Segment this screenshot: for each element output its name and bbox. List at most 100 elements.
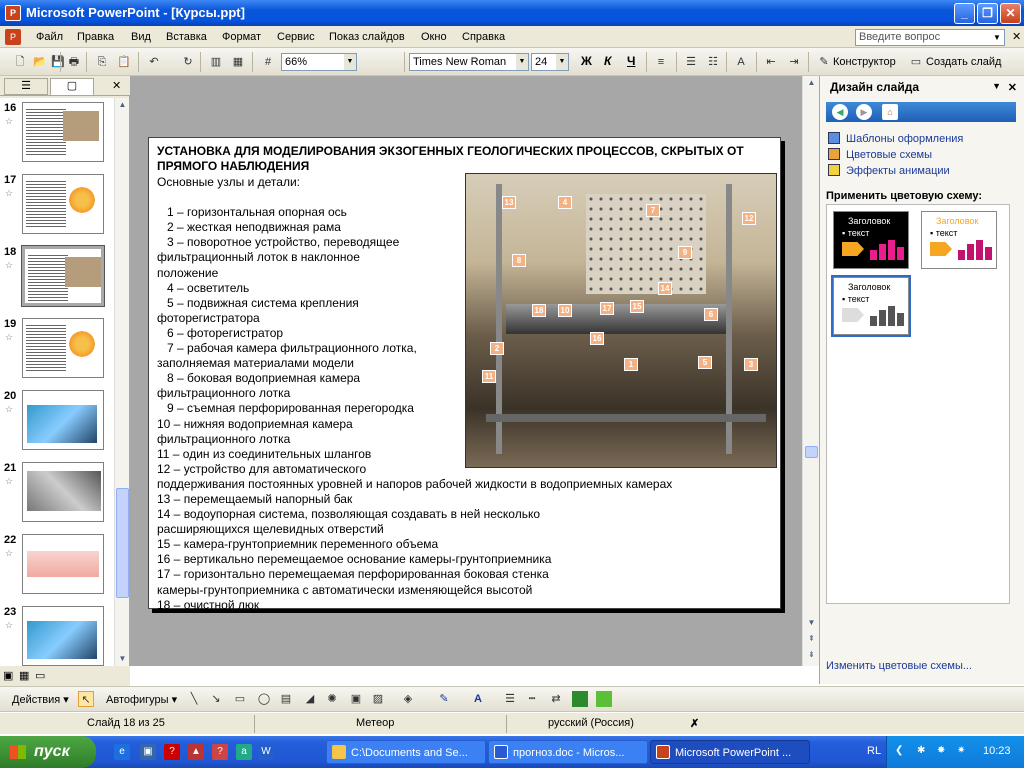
change-color-schemes-link[interactable]: Изменить цветовые схемы... — [826, 660, 972, 672]
textbox-icon[interactable]: ▤ — [278, 691, 294, 707]
taskbar-task-explorer[interactable]: C:\Documents and Se... — [326, 740, 486, 764]
new-slide-icon[interactable]: ▭ — [908, 54, 924, 70]
close-button[interactable]: ✕ — [1000, 3, 1021, 24]
word-icon[interactable]: W — [258, 744, 274, 760]
taskbar-task-word[interactable]: прогноз.doc - Micros... — [488, 740, 648, 764]
scroll-up-icon[interactable]: ▲ — [116, 98, 129, 112]
tab-outline[interactable]: ☰ — [4, 78, 48, 95]
menu-view[interactable]: Вид — [131, 31, 151, 43]
panel-close-icon[interactable]: ✕ — [112, 79, 121, 92]
clipart-icon[interactable]: ▣ — [348, 691, 364, 707]
link-color-schemes[interactable]: Цветовые схемы — [828, 148, 932, 161]
normal-view-icon[interactable]: ▣ — [3, 669, 13, 682]
quick-launch-icon[interactable]: ? — [164, 744, 180, 760]
chevron-down-icon[interactable]: ▼ — [516, 54, 528, 70]
align-left-icon[interactable]: ≡ — [653, 54, 669, 70]
font-grow-icon[interactable]: A — [733, 54, 749, 70]
link-design-templates[interactable]: Шаблоны оформления — [828, 132, 963, 145]
scheme-light[interactable]: Заголовок ▪ текст — [921, 211, 997, 269]
designer-button[interactable]: Конструктор — [833, 56, 896, 68]
chart-icon[interactable]: ▥ — [208, 54, 224, 70]
scroll-down-icon[interactable]: ▼ — [805, 616, 818, 630]
back-icon[interactable]: ◀ — [832, 104, 848, 120]
shadow-icon[interactable] — [572, 691, 588, 707]
taskbar-task-powerpoint[interactable]: Microsoft PowerPoint ... — [650, 740, 810, 764]
powerpoint-app-icon[interactable]: P — [5, 5, 21, 21]
thumbnail-scrollbar[interactable]: ▲ ▼ — [114, 98, 129, 666]
slide-thumbnail[interactable] — [22, 606, 104, 666]
arrow-icon[interactable]: ↘ — [208, 691, 224, 707]
slide-thumbnail[interactable] — [22, 534, 104, 594]
menu-tools[interactable]: Сервис — [277, 31, 315, 43]
dash-style-icon[interactable]: ┅ — [524, 691, 540, 707]
forward-icon[interactable]: ▶ — [856, 104, 872, 120]
close-icon[interactable]: ✕ — [1008, 81, 1017, 94]
numbering-icon[interactable]: ☰ — [683, 54, 699, 70]
start-button[interactable]: пуск — [0, 736, 96, 768]
line-color-icon[interactable]: ✎ — [436, 691, 452, 707]
table-icon[interactable]: ▦ — [230, 54, 246, 70]
menu-insert[interactable]: Вставка — [166, 31, 207, 43]
italic-button[interactable]: К — [604, 54, 611, 68]
slide-thumbnail[interactable] — [22, 174, 104, 234]
tray-spider-icon[interactable]: ✷ — [957, 745, 971, 759]
tray-antivirus-icon[interactable]: ✸ — [937, 745, 951, 759]
document-close-icon[interactable]: ✕ — [1012, 30, 1021, 43]
scheme-gray-selected[interactable]: Заголовок ▪ текст — [831, 275, 911, 337]
quick-launch-icon[interactable]: ▲ — [188, 744, 204, 760]
increase-indent-icon[interactable]: ⇥ — [786, 54, 802, 70]
arrow-style-icon[interactable]: ⇄ — [548, 691, 564, 707]
slide-scrollbar[interactable]: ▲ ▼ ⇞ ⇟ — [802, 76, 819, 666]
slideshow-view-icon[interactable]: ▭ — [35, 669, 45, 682]
chevron-down-icon[interactable]: ▼ — [992, 81, 1001, 91]
grid-icon[interactable]: # — [260, 54, 276, 70]
slide-canvas[interactable]: УСТАНОВКА ДЛЯ МОДЕЛИРОВАНИЯ ЭКЗОГЕННЫХ Г… — [148, 137, 781, 612]
print-icon[interactable]: 🖶 — [66, 54, 82, 70]
scroll-thumb[interactable] — [805, 446, 818, 458]
zoom-select[interactable]: 66% ▼ — [281, 53, 357, 71]
open-icon[interactable]: 📂 — [32, 54, 48, 70]
chevron-down-icon[interactable]: ▼ — [990, 30, 1004, 45]
font-color-icon[interactable]: A — [470, 691, 486, 707]
maximize-button[interactable]: ❐ — [977, 3, 998, 24]
scroll-thumb[interactable] — [116, 488, 129, 598]
line-icon[interactable]: ╲ — [186, 691, 202, 707]
quick-launch-icon[interactable]: ▣ — [140, 744, 156, 760]
menu-window[interactable]: Окно — [421, 31, 447, 43]
tab-slides[interactable]: ▢ — [50, 78, 94, 95]
new-icon[interactable]: 🗋 — [12, 54, 28, 70]
tray-network-icon[interactable]: ✱ — [917, 745, 931, 759]
minimize-button[interactable]: _ — [954, 3, 975, 24]
scroll-down-icon[interactable]: ▼ — [116, 652, 129, 666]
next-slide-icon[interactable]: ⇟ — [805, 648, 818, 662]
quick-launch-icon[interactable]: e — [114, 744, 130, 760]
previous-slide-icon[interactable]: ⇞ — [805, 632, 818, 646]
designer-icon[interactable]: ✎ — [816, 54, 832, 70]
diagram-icon[interactable]: ✺ — [324, 691, 340, 707]
quick-launch-icon[interactable]: a — [236, 744, 252, 760]
scroll-up-icon[interactable]: ▲ — [805, 76, 818, 90]
paste-icon[interactable]: 📋 — [116, 54, 132, 70]
3d-icon[interactable] — [596, 691, 612, 707]
save-icon[interactable]: 💾 — [50, 54, 66, 70]
spelling-icon[interactable]: ✗ — [690, 717, 699, 730]
wordart-icon[interactable]: ◢ — [302, 691, 318, 707]
slide-thumbnail[interactable] — [22, 318, 104, 378]
redo-icon[interactable]: ↻ — [180, 54, 196, 70]
menu-slideshow[interactable]: Показ слайдов — [329, 31, 405, 43]
slide-title[interactable]: УСТАНОВКА ДЛЯ МОДЕЛИРОВАНИЯ ЭКЗОГЕННЫХ Г… — [157, 144, 777, 174]
sorter-view-icon[interactable]: ▦ — [19, 669, 29, 682]
scheme-dark[interactable]: Заголовок ▪ текст — [833, 211, 909, 269]
line-style-icon[interactable]: ☰ — [502, 691, 518, 707]
slide-thumbnail[interactable] — [22, 102, 104, 162]
chevron-down-icon[interactable]: ▼ — [344, 54, 356, 70]
quick-launch-icon[interactable]: ? — [212, 744, 228, 760]
select-pointer-icon[interactable]: ↖ — [78, 691, 94, 707]
slide-thumbnail[interactable] — [22, 462, 104, 522]
menu-format[interactable]: Формат — [222, 31, 261, 43]
slide-thumbnail[interactable] — [22, 390, 104, 450]
chevron-down-icon[interactable]: ▼ — [556, 54, 568, 70]
document-icon[interactable]: P — [5, 29, 21, 45]
language-bar[interactable]: RL — [867, 745, 881, 757]
font-select[interactable]: Times New Roman ▼ — [409, 53, 529, 71]
